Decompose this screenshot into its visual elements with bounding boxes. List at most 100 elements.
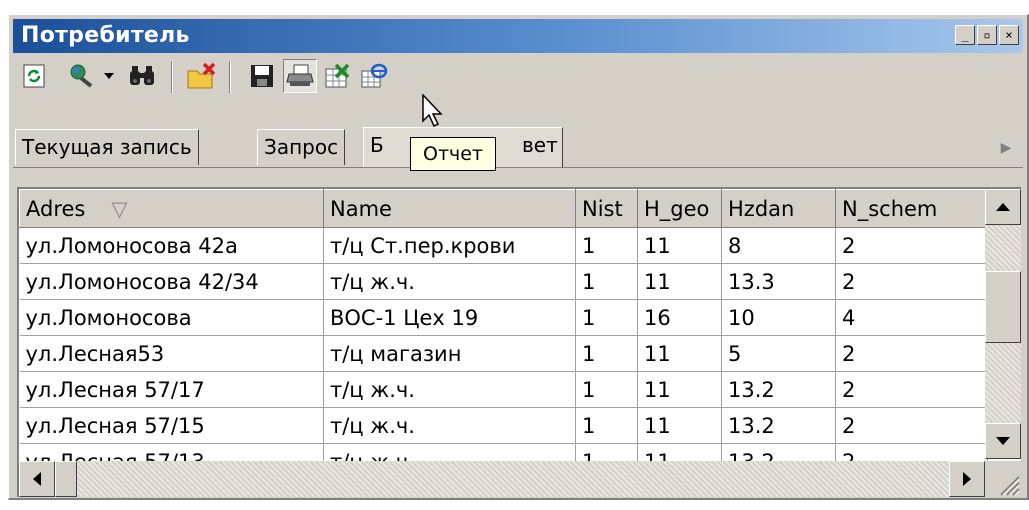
cell-h-geo[interactable]: 11 xyxy=(637,371,722,408)
tab-query[interactable]: Запрос xyxy=(257,129,346,165)
cell-adres[interactable]: ул.Ломоносова 42/34 xyxy=(19,263,324,300)
cell-n-schem[interactable]: 2 xyxy=(835,371,988,408)
column-header-n-schem[interactable]: N_schem xyxy=(835,189,988,228)
filter-icon xyxy=(70,64,93,88)
cell-n-schem[interactable]: 2 xyxy=(835,227,988,264)
table-row[interactable]: ул.Лесная 57/17 т/ц ж.ч. 1 11 13.2 2 xyxy=(19,371,988,408)
sort-indicator-icon: ▽ xyxy=(111,196,128,221)
cell-adres[interactable]: ул.Лесная 57/17 xyxy=(19,371,324,408)
toolbar-separator xyxy=(171,61,173,93)
filter-dropdown[interactable] xyxy=(99,59,119,93)
cell-h-geo[interactable]: 11 xyxy=(637,263,722,300)
cell-name[interactable]: т/ц ж.ч. xyxy=(323,371,576,408)
column-header-hzdan[interactable]: Hzdan xyxy=(721,189,836,228)
cell-hzdan[interactable]: 13.2 xyxy=(721,371,836,408)
resize-grip-icon[interactable] xyxy=(985,461,1021,497)
minimize-button[interactable]: _ xyxy=(955,25,975,45)
cell-n-schem[interactable]: 4 xyxy=(835,299,988,336)
column-header-nist[interactable]: Nist xyxy=(575,189,638,228)
excel-button[interactable] xyxy=(321,59,355,93)
report-tooltip: Отчет xyxy=(410,137,496,171)
cell-nist[interactable]: 1 xyxy=(575,371,638,408)
find-button[interactable] xyxy=(125,59,159,93)
arrow-left-icon xyxy=(33,472,41,486)
find-icon xyxy=(130,66,154,85)
close-button[interactable]: × xyxy=(999,25,1019,45)
arrow-right-icon xyxy=(963,472,971,486)
scroll-up-button[interactable] xyxy=(985,189,1021,225)
table-row[interactable]: ул.Ломоносова 42/34 т/ц ж.ч. 1 11 13.3 2 xyxy=(19,263,988,300)
toolbar-separator xyxy=(229,61,231,93)
column-header-label: Adres xyxy=(26,196,86,221)
tab-b-label: Б xyxy=(370,133,384,157)
column-header-name[interactable]: Name xyxy=(323,189,576,228)
web-export-button[interactable] xyxy=(357,59,391,93)
cell-adres[interactable]: ул.Ломоносова xyxy=(19,299,324,336)
report-button[interactable] xyxy=(283,59,317,93)
filter-button[interactable] xyxy=(65,59,99,93)
data-grid[interactable]: Adres ▽ Name Nist H_geo Hzdan N_schem ул.… xyxy=(17,187,1021,497)
cell-nist[interactable]: 1 xyxy=(575,263,638,300)
scroll-left-button[interactable] xyxy=(19,461,55,497)
web-export-icon xyxy=(361,63,388,88)
cell-hzdan[interactable]: 13.3 xyxy=(721,263,836,300)
cell-hzdan[interactable]: 5 xyxy=(721,335,836,372)
cell-nist[interactable]: 1 xyxy=(575,227,638,264)
delete-button[interactable] xyxy=(185,59,219,93)
cell-nist[interactable]: 1 xyxy=(575,335,638,372)
cell-h-geo[interactable]: 11 xyxy=(637,407,722,444)
horizontal-scroll-thumb[interactable] xyxy=(55,461,77,497)
delete-folder-icon xyxy=(187,62,216,89)
excel-icon xyxy=(325,63,350,88)
cell-name[interactable]: т/ц Ст.пер.крови xyxy=(323,227,576,264)
table-row[interactable]: ул.Лесная 57/15 т/ц ж.ч. 1 11 13.2 2 xyxy=(19,407,988,444)
restore-button[interactable]: ▫ xyxy=(977,25,997,45)
cell-h-geo[interactable]: 16 xyxy=(637,299,722,336)
toolbar xyxy=(13,55,1023,101)
header-row: Adres ▽ Name Nist H_geo Hzdan N_schem xyxy=(19,189,988,228)
tab-scroll-right-button[interactable]: ▶ xyxy=(993,135,1019,161)
cell-h-geo[interactable]: 11 xyxy=(637,227,722,264)
cell-name[interactable]: ВОС-1 Цех 19 xyxy=(323,299,576,336)
cell-n-schem[interactable]: 2 xyxy=(835,263,988,300)
horizontal-scrollbar[interactable] xyxy=(19,461,1021,497)
scroll-down-button[interactable] xyxy=(985,423,1021,459)
records-table: Adres ▽ Name Nist H_geo Hzdan N_schem ул.… xyxy=(19,189,988,480)
save-button[interactable] xyxy=(245,59,279,93)
cell-name[interactable]: т/ц магазин xyxy=(323,335,576,372)
refresh-button[interactable] xyxy=(17,59,51,93)
dropdown-arrow-icon xyxy=(104,73,114,79)
title-bar[interactable]: Потребитель _ ▫ × xyxy=(13,19,1023,53)
tab-b-label-suffix: вет xyxy=(522,133,558,157)
column-header-h-geo[interactable]: H_geo xyxy=(637,189,722,228)
cell-n-schem[interactable]: 2 xyxy=(835,335,988,372)
report-icon xyxy=(286,64,314,86)
cell-adres[interactable]: ул.Ломоносова 42а xyxy=(19,227,324,264)
cell-adres[interactable]: ул.Лесная 57/15 xyxy=(19,407,324,444)
refresh-icon xyxy=(23,64,45,88)
vertical-scroll-thumb[interactable] xyxy=(985,271,1021,343)
cell-h-geo[interactable]: 11 xyxy=(637,335,722,372)
arrow-down-icon xyxy=(996,437,1010,445)
cell-hzdan[interactable]: 10 xyxy=(721,299,836,336)
table-row[interactable]: ул.Ломоносова ВОС-1 Цех 19 1 16 10 4 xyxy=(19,299,988,336)
save-icon xyxy=(251,65,273,87)
column-header-adres[interactable]: Adres ▽ xyxy=(19,189,324,228)
cell-adres[interactable]: ул.Лесная53 xyxy=(19,335,324,372)
cell-name[interactable]: т/ц ж.ч. xyxy=(323,263,576,300)
consumer-window: Потребитель _ ▫ × Текущая запись Запрос … xyxy=(8,14,1029,500)
cell-nist[interactable]: 1 xyxy=(575,299,638,336)
tab-current-record[interactable]: Текущая запись xyxy=(15,129,199,165)
vertical-scrollbar[interactable] xyxy=(985,189,1021,459)
cell-name[interactable]: т/ц ж.ч. xyxy=(323,407,576,444)
cell-n-schem[interactable]: 2 xyxy=(835,407,988,444)
table-row[interactable]: ул.Лесная53 т/ц магазин 1 11 5 2 xyxy=(19,335,988,372)
tab-strip: Текущая запись Запрос Бвет ▶ xyxy=(13,127,1023,168)
table-row[interactable]: ул.Ломоносова 42а т/ц Ст.пер.крови 1 11 … xyxy=(19,227,988,264)
cell-hzdan[interactable]: 8 xyxy=(721,227,836,264)
cell-nist[interactable]: 1 xyxy=(575,407,638,444)
arrow-up-icon xyxy=(996,203,1010,211)
window-title: Потребитель xyxy=(21,23,190,48)
cell-hzdan[interactable]: 13.2 xyxy=(721,407,836,444)
scroll-right-button[interactable] xyxy=(949,461,985,497)
